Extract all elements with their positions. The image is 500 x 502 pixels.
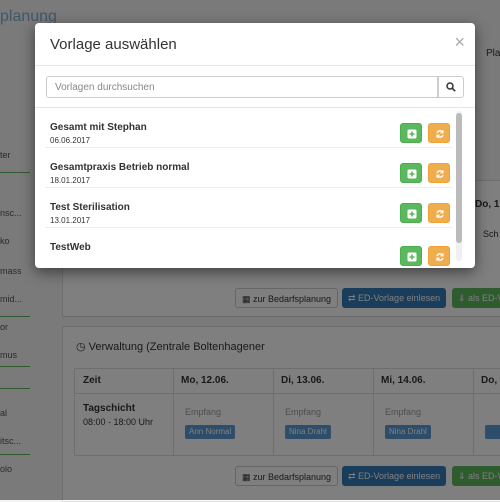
template-list-item[interactable]: Gesamtpraxis Betrieb normal 18.01.2017	[35, 148, 463, 188]
refresh-icon	[436, 170, 444, 178]
refresh-icon	[436, 253, 444, 261]
replace-template-button[interactable]	[428, 163, 450, 183]
add-template-button[interactable]	[400, 246, 422, 266]
plus-square-icon	[407, 169, 417, 179]
add-template-button[interactable]	[400, 203, 422, 223]
template-date: 13.01.2017	[50, 216, 91, 225]
search-button[interactable]	[438, 76, 464, 98]
template-name: Gesamt mit Stephan	[50, 122, 147, 133]
template-search-input[interactable]	[46, 76, 438, 98]
template-name: Test Sterilisation	[50, 202, 130, 213]
add-template-button[interactable]	[400, 123, 422, 143]
refresh-icon	[436, 210, 444, 218]
list-scrollbar[interactable]	[456, 111, 462, 261]
modal-title: Vorlage auswählen	[50, 36, 177, 53]
template-name: Gesamtpraxis Betrieb normal	[50, 162, 190, 173]
plus-square-icon	[407, 209, 417, 219]
close-icon[interactable]: ×	[454, 32, 465, 53]
add-template-button[interactable]	[400, 163, 422, 183]
refresh-icon	[436, 130, 444, 138]
replace-template-button[interactable]	[428, 123, 450, 143]
plus-square-icon	[407, 252, 417, 262]
template-picker-modal: Vorlage auswählen × Gesamt mit Stephan 0…	[35, 23, 475, 268]
scrollbar-thumb[interactable]	[456, 113, 462, 243]
template-list-item[interactable]: Test Sterilisation 13.01.2017	[35, 188, 463, 228]
plus-square-icon	[407, 129, 417, 139]
template-list-item[interactable]: TestWeb	[35, 228, 463, 268]
replace-template-button[interactable]	[428, 203, 450, 223]
modal-header: Vorlage auswählen ×	[35, 23, 475, 66]
search-icon	[446, 82, 456, 92]
template-list-item[interactable]: Gesamt mit Stephan 06.06.2017	[35, 108, 463, 148]
template-name: TestWeb	[50, 242, 91, 253]
template-date: 18.01.2017	[50, 176, 91, 185]
replace-template-button[interactable]	[428, 246, 450, 266]
template-date: 06.06.2017	[50, 136, 91, 145]
template-list: Gesamt mit Stephan 06.06.2017 Gesamtprax…	[35, 108, 463, 268]
